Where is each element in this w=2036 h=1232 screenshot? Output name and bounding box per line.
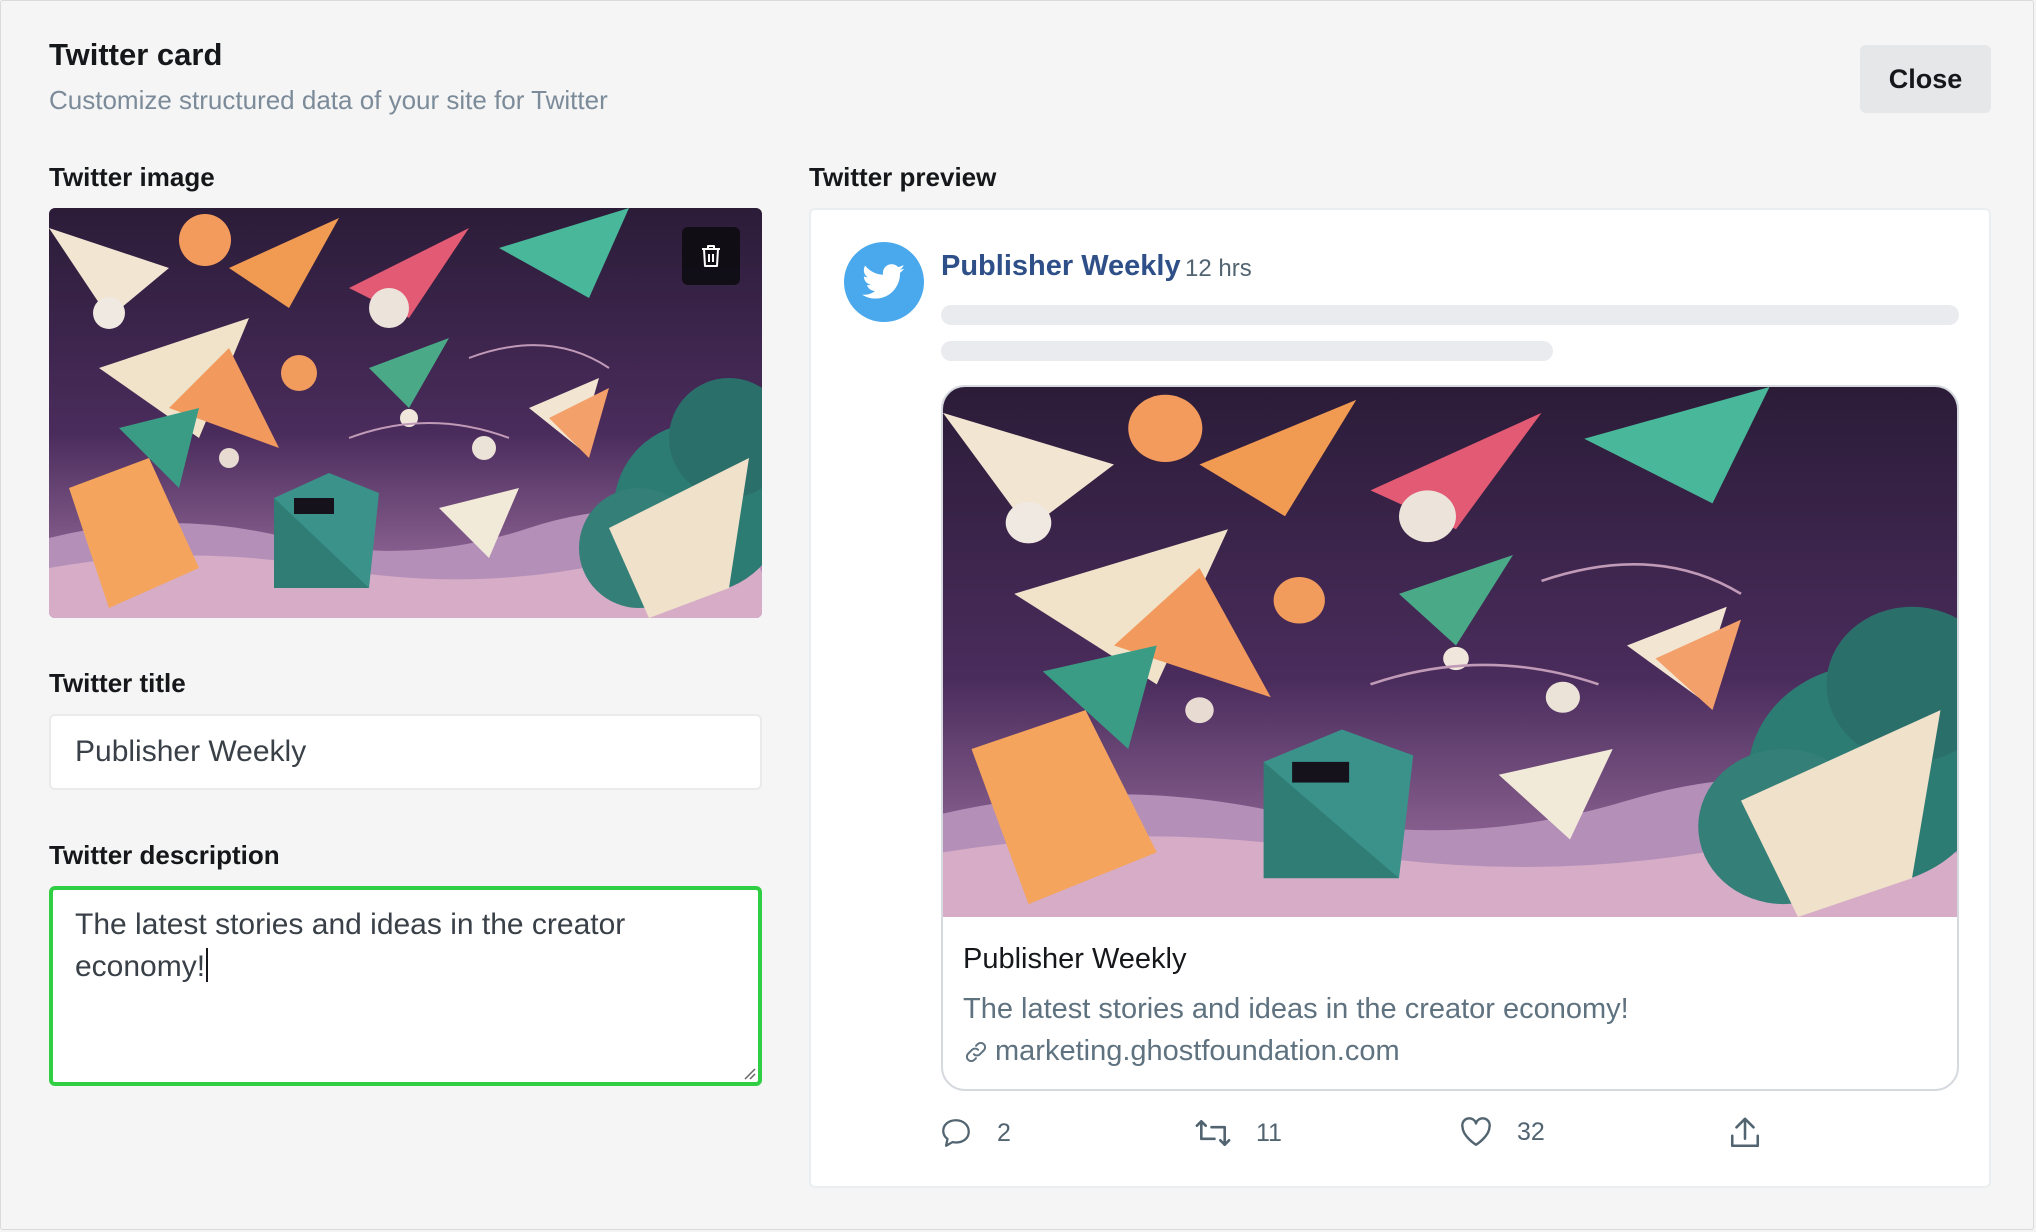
reply-icon (942, 1119, 970, 1147)
share-action[interactable] (1729, 1116, 1761, 1150)
retweet-icon (1195, 1119, 1231, 1147)
like-icon (1461, 1117, 1491, 1146)
avatar (844, 242, 924, 322)
twitter-title-input[interactable]: Publisher Weekly (49, 714, 762, 790)
modal-title: Twitter card (49, 37, 223, 72)
tweet-link-card[interactable]: Publisher Weekly The latest stories and … (941, 385, 1959, 1091)
reply-count: 2 (997, 1118, 1011, 1147)
resize-handle-icon[interactable] (742, 1066, 756, 1080)
twitter-preview-label: Twitter preview (809, 162, 997, 192)
text-skeleton-line (941, 341, 1553, 361)
tweet-card-url-text: marketing.ghostfoundation.com (995, 1035, 1400, 1067)
twitter-bird-icon (862, 264, 905, 299)
tweet-timestamp: 12 hrs (1185, 255, 1252, 282)
delete-image-button[interactable] (682, 227, 740, 285)
twitter-image-label: Twitter image (49, 162, 215, 192)
text-caret (206, 948, 209, 982)
tweet-card-image (943, 387, 1959, 917)
twitter-description-value: The latest stories and ideas in the crea… (75, 908, 626, 983)
tweet-card-title: Publisher Weekly (963, 943, 1187, 975)
link-icon (965, 1041, 987, 1062)
tweet-card-description: The latest stories and ideas in the crea… (963, 993, 1629, 1025)
trash-icon (702, 245, 720, 267)
twitter-card-modal: Twitter card Customize structured data o… (0, 0, 2034, 1230)
twitter-description-label: Twitter description (49, 840, 280, 870)
share-icon (1730, 1117, 1760, 1148)
twitter-description-textarea[interactable]: The latest stories and ideas in the crea… (49, 886, 762, 1086)
twitter-image[interactable] (49, 208, 762, 618)
twitter-title-label: Twitter title (49, 668, 186, 698)
twitter-image-artwork (49, 208, 762, 618)
modal-subtitle: Customize structured data of your site f… (49, 85, 608, 115)
twitter-preview-card: Publisher Weekly 12 hrs Publisher Weekly… (809, 208, 1991, 1188)
retweet-action[interactable]: 11 (1194, 1116, 1282, 1150)
text-skeleton-line (941, 305, 1959, 325)
like-action[interactable]: 32 (1459, 1116, 1545, 1148)
tweet-card-url: marketing.ghostfoundation.com (963, 1035, 1400, 1068)
close-button[interactable]: Close (1860, 45, 1991, 113)
retweet-count: 11 (1256, 1118, 1282, 1147)
reply-action[interactable]: 2 (939, 1116, 1011, 1150)
like-count: 32 (1517, 1117, 1545, 1146)
tweet-account-name: Publisher Weekly (941, 250, 1181, 282)
twitter-title-value: Publisher Weekly (75, 735, 307, 768)
